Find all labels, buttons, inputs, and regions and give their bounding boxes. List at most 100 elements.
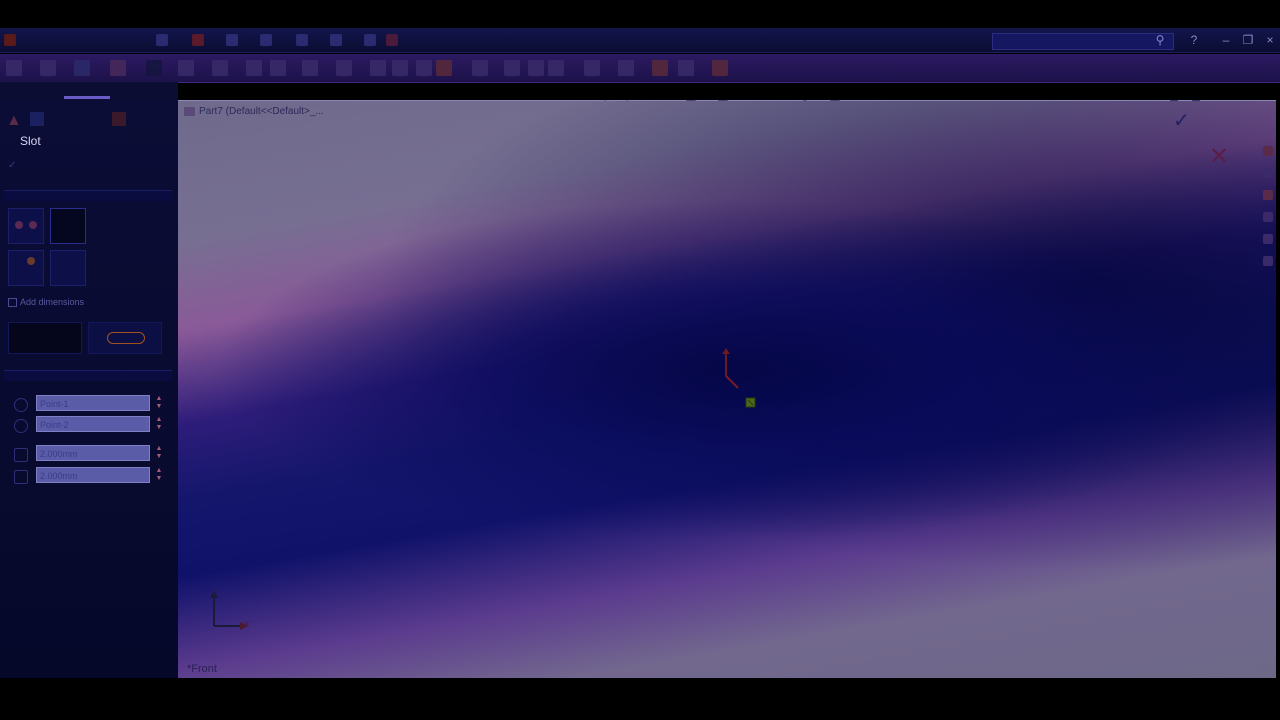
zoom-area-icon[interactable]: ⚲ [620, 100, 634, 102]
previous-view-icon[interactable]: ↶ [642, 100, 656, 102]
hide-show-icon[interactable]: ✦ [742, 100, 756, 102]
confirmation-corner: ✓ ✕ [1173, 110, 1229, 169]
mirror-entities-icon[interactable] [528, 60, 544, 76]
center-to-center-button[interactable] [8, 322, 82, 354]
viewport-restore-icon[interactable]: – [1212, 100, 1224, 104]
graphics-area[interactable]: Part7 (Default<<Default>_... ⚲ ⚲ ↶ ■ ▣ ▤… [178, 100, 1276, 678]
param-input-1[interactable]: Point-1 [36, 395, 150, 411]
cancel-x-icon[interactable]: ✕ [1209, 145, 1231, 169]
feature-manager-icon[interactable]: ▲ [6, 112, 22, 129]
line-icon[interactable] [74, 60, 90, 76]
spin-control[interactable]: ▲ ▼ [154, 416, 164, 432]
zoom-to-fit-icon[interactable]: ⚲ [598, 100, 612, 102]
panel-title: Slot [20, 134, 41, 148]
task-pane-tabs [1259, 140, 1279, 270]
parameters-section[interactable] [4, 370, 172, 381]
confirm-ok-icon[interactable]: ✓ [1173, 110, 1195, 132]
add-dimensions-checkbox[interactable]: Add dimensions [8, 297, 85, 308]
triad-x-label: X [244, 620, 250, 629]
display-relations-icon[interactable] [618, 60, 634, 76]
slot-types-section[interactable] [4, 190, 172, 201]
centerpoint-straight-slot-button[interactable] [50, 208, 86, 244]
triad-y-label: Y [212, 586, 218, 595]
design-library-icon[interactable] [1263, 168, 1273, 178]
search-input[interactable] [992, 33, 1174, 50]
property-manager-icon[interactable] [30, 112, 44, 126]
undo-icon[interactable] [296, 34, 308, 46]
custom-properties-icon[interactable] [1263, 256, 1273, 266]
viewport-tile-icon[interactable]: ▩ [1190, 100, 1202, 104]
plane-icon[interactable] [370, 60, 386, 76]
view-palette-icon[interactable] [1263, 212, 1273, 222]
text-icon[interactable] [392, 60, 408, 76]
straight-slot-button[interactable] [8, 208, 44, 244]
param-input-3[interactable]: 2.000mm [36, 445, 150, 461]
rapid-sketch-icon[interactable] [712, 60, 728, 76]
viewport-maximize-icon[interactable]: ❐ [1234, 100, 1246, 104]
select-icon[interactable] [364, 34, 376, 46]
quick-snaps-icon[interactable] [678, 60, 694, 76]
restore-icon[interactable]: ❐ [1240, 32, 1256, 48]
search-icon[interactable]: ⚲ [1152, 32, 1168, 48]
view-settings-icon[interactable]: ▦ [828, 100, 842, 102]
overall-length-button[interactable] [88, 322, 162, 354]
rectangle-icon[interactable] [110, 60, 126, 76]
fillet-icon[interactable] [336, 60, 352, 76]
y-coordinate-icon [14, 419, 28, 433]
linear-pattern-icon[interactable] [548, 60, 564, 76]
param-input-4[interactable]: 2.000mm [36, 467, 150, 483]
checkbox-label: Add dimensions [20, 297, 85, 307]
apply-scene-icon[interactable]: ◉ [798, 100, 812, 102]
resources-icon[interactable] [1263, 146, 1273, 156]
file-explorer-icon[interactable] [1263, 190, 1273, 200]
view-orientation-label: *Front [187, 663, 217, 675]
open-file-icon[interactable] [192, 34, 204, 46]
rebuild-icon[interactable] [386, 34, 398, 46]
section-view-icon[interactable]: ■ [662, 100, 676, 102]
active-tab-indicator [64, 96, 110, 99]
trim-entities-icon[interactable] [436, 60, 452, 76]
viewport-close-icon[interactable]: × [1256, 100, 1268, 104]
point-icon[interactable] [416, 60, 432, 76]
document-title: Part7 (Default<<Default>_... [184, 106, 324, 117]
view-orientation-icon[interactable]: ▣ [684, 100, 698, 102]
spin-control[interactable]: ▲ ▼ [154, 395, 164, 411]
help-icon[interactable]: ? [1186, 32, 1202, 48]
spin-control[interactable]: ▲ ▼ [154, 467, 164, 483]
slot-length-icon [14, 470, 28, 484]
viewport-minimize-icon[interactable]: ▩ [1168, 100, 1180, 104]
smart-dimension-icon[interactable] [40, 60, 56, 76]
ellipse-icon[interactable] [302, 60, 318, 76]
convert-entities-icon[interactable] [472, 60, 488, 76]
arc-icon[interactable] [212, 60, 228, 76]
redo-icon[interactable] [330, 34, 342, 46]
three-point-arc-slot-button[interactable] [8, 250, 44, 286]
edit-appearance-icon[interactable]: ● [776, 100, 790, 102]
sketch-toolbar [0, 54, 1280, 83]
repair-sketch-icon[interactable] [652, 60, 668, 76]
exit-sketch-icon[interactable] [6, 60, 22, 76]
move-entities-icon[interactable] [584, 60, 600, 76]
confirm-check-icon[interactable]: ✓ [8, 160, 18, 171]
part-icon [184, 106, 195, 116]
offset-entities-icon[interactable] [504, 60, 520, 76]
save-icon[interactable] [226, 34, 238, 46]
spline-icon[interactable] [270, 60, 286, 76]
close-icon[interactable]: × [1262, 32, 1278, 48]
configuration-manager-icon[interactable] [62, 112, 76, 126]
circle-icon[interactable] [178, 60, 194, 76]
sketch-origin [722, 348, 756, 408]
spin-control[interactable]: ▲ ▼ [154, 445, 164, 461]
new-file-icon[interactable] [156, 34, 168, 46]
slot-icon[interactable] [146, 60, 162, 76]
param-input-2[interactable]: Point-2 [36, 416, 150, 432]
display-manager-icon[interactable] [112, 112, 126, 126]
print-icon[interactable] [260, 34, 272, 46]
app-logo-icon[interactable] [4, 34, 16, 46]
appearances-icon[interactable] [1263, 234, 1273, 244]
centerpoint-arc-slot-button[interactable] [50, 250, 86, 286]
minimize-icon[interactable]: – [1218, 32, 1234, 48]
slot-width-icon [14, 448, 28, 462]
polygon-icon[interactable] [246, 60, 262, 76]
display-style-icon[interactable]: ▤ [716, 100, 730, 102]
